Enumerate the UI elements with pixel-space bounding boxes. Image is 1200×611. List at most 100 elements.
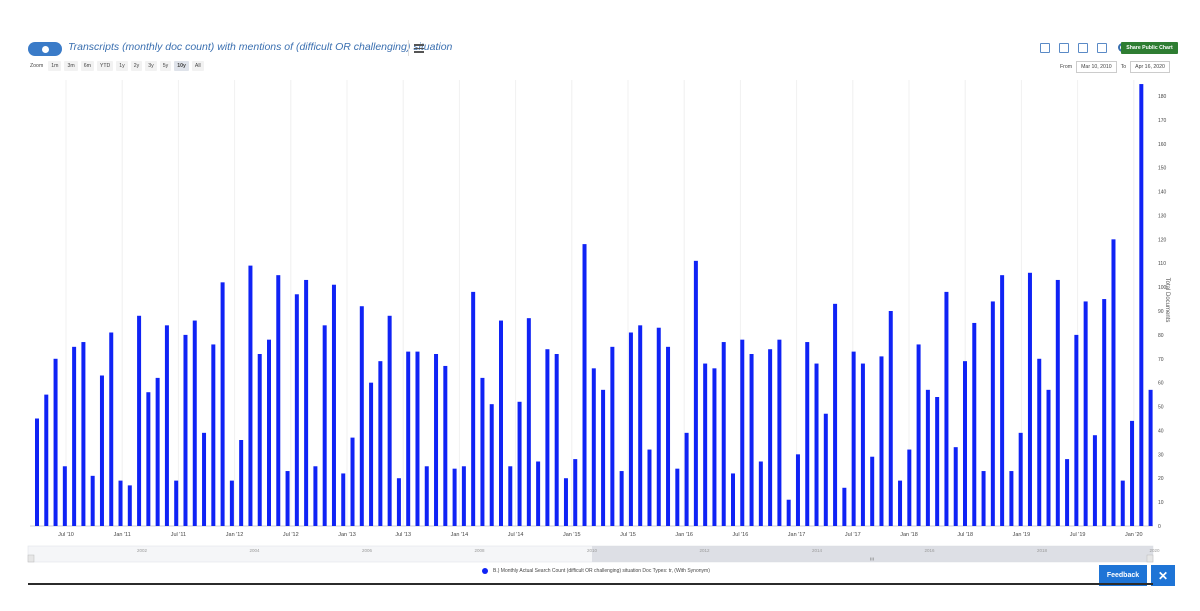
bar[interactable] — [842, 487, 847, 526]
bar[interactable] — [675, 468, 680, 526]
bar[interactable] — [90, 475, 95, 526]
bar[interactable] — [712, 368, 717, 526]
bar[interactable] — [1111, 239, 1116, 527]
bar[interactable] — [461, 466, 466, 526]
bar[interactable] — [443, 365, 448, 526]
bar[interactable] — [628, 332, 633, 527]
bar[interactable] — [795, 454, 800, 526]
bar[interactable] — [350, 437, 355, 526]
bar[interactable] — [331, 284, 336, 526]
bar[interactable] — [220, 282, 225, 526]
bar[interactable] — [972, 322, 977, 526]
bar[interactable] — [359, 306, 364, 526]
bar[interactable] — [1120, 480, 1125, 526]
bar[interactable] — [1092, 435, 1097, 526]
bar[interactable] — [434, 354, 439, 526]
bar[interactable] — [953, 447, 958, 526]
bar[interactable] — [53, 358, 58, 526]
bar[interactable] — [471, 291, 476, 526]
bar[interactable] — [601, 389, 606, 526]
bar[interactable] — [369, 382, 374, 526]
bar[interactable] — [276, 275, 281, 526]
bar[interactable] — [322, 325, 327, 526]
bar[interactable] — [229, 480, 234, 526]
bar[interactable] — [554, 354, 559, 526]
bar[interactable] — [1055, 279, 1060, 526]
bar[interactable] — [239, 440, 244, 526]
bar[interactable] — [1148, 389, 1153, 526]
bar[interactable] — [137, 315, 142, 526]
bar[interactable] — [248, 265, 253, 526]
close-icon[interactable]: ✕ — [1151, 565, 1175, 586]
bar[interactable] — [192, 320, 197, 526]
bar[interactable] — [378, 361, 383, 526]
bar[interactable] — [99, 375, 104, 527]
bar[interactable] — [257, 354, 262, 526]
bar[interactable] — [118, 480, 123, 526]
navigator-right-arrow[interactable] — [1146, 554, 1154, 563]
bar[interactable] — [879, 356, 884, 526]
bar[interactable] — [777, 339, 782, 526]
bar[interactable] — [202, 432, 207, 526]
bar[interactable] — [638, 325, 643, 526]
bar[interactable] — [758, 461, 763, 527]
bar[interactable] — [164, 325, 169, 526]
bar[interactable] — [990, 301, 995, 526]
bar[interactable] — [1083, 301, 1088, 526]
navigator-left-arrow[interactable] — [27, 554, 35, 563]
bar[interactable] — [35, 418, 39, 527]
bar[interactable] — [731, 473, 735, 526]
bar[interactable] — [285, 471, 290, 526]
bar[interactable] — [536, 461, 541, 527]
bar[interactable] — [768, 349, 773, 526]
bar[interactable] — [888, 311, 893, 526]
bar[interactable] — [814, 363, 819, 526]
bar[interactable] — [703, 363, 708, 526]
bar[interactable] — [721, 342, 726, 526]
bar[interactable] — [656, 327, 661, 526]
bar[interactable] — [786, 499, 791, 526]
bar[interactable] — [489, 404, 494, 526]
bar[interactable] — [1018, 432, 1023, 526]
bar[interactable] — [1102, 299, 1107, 526]
navigator[interactable]: 2002 2004 2006 2008 2010 2012 2014 2016 2018 2020… — [27, 545, 1160, 563]
bar[interactable] — [1027, 272, 1032, 526]
bar[interactable] — [313, 466, 318, 526]
bar[interactable] — [424, 466, 429, 526]
bar[interactable] — [396, 478, 401, 526]
bar[interactable] — [684, 432, 689, 526]
bar[interactable] — [907, 449, 912, 526]
bar[interactable] — [619, 471, 624, 526]
bar[interactable] — [666, 346, 671, 526]
bar[interactable] — [1065, 459, 1070, 526]
bar[interactable] — [1130, 420, 1135, 526]
bar[interactable] — [1074, 334, 1079, 526]
bar[interactable] — [267, 339, 271, 526]
bar[interactable] — [211, 344, 216, 526]
bar[interactable] — [127, 485, 132, 526]
bar[interactable] — [944, 291, 949, 526]
bar[interactable] — [610, 346, 615, 526]
bar[interactable] — [935, 397, 940, 526]
bar[interactable] — [1139, 84, 1144, 527]
bar[interactable] — [591, 368, 596, 526]
bar[interactable] — [647, 449, 652, 526]
bar[interactable] — [693, 260, 698, 526]
bar[interactable] — [740, 339, 745, 526]
bar[interactable] — [452, 468, 457, 526]
bar[interactable] — [480, 377, 485, 526]
bar[interactable] — [517, 401, 522, 526]
bar[interactable] — [155, 377, 160, 526]
bar[interactable] — [174, 480, 179, 526]
bar[interactable] — [387, 315, 392, 526]
bar[interactable] — [44, 394, 49, 526]
bar[interactable] — [304, 279, 309, 526]
bar[interactable] — [526, 318, 531, 526]
bar[interactable] — [545, 349, 550, 526]
bar[interactable] — [981, 471, 986, 526]
bar[interactable] — [823, 413, 828, 526]
bar[interactable] — [851, 351, 856, 526]
bar[interactable] — [294, 294, 299, 526]
bar[interactable] — [963, 361, 967, 526]
bar[interactable] — [499, 320, 503, 526]
